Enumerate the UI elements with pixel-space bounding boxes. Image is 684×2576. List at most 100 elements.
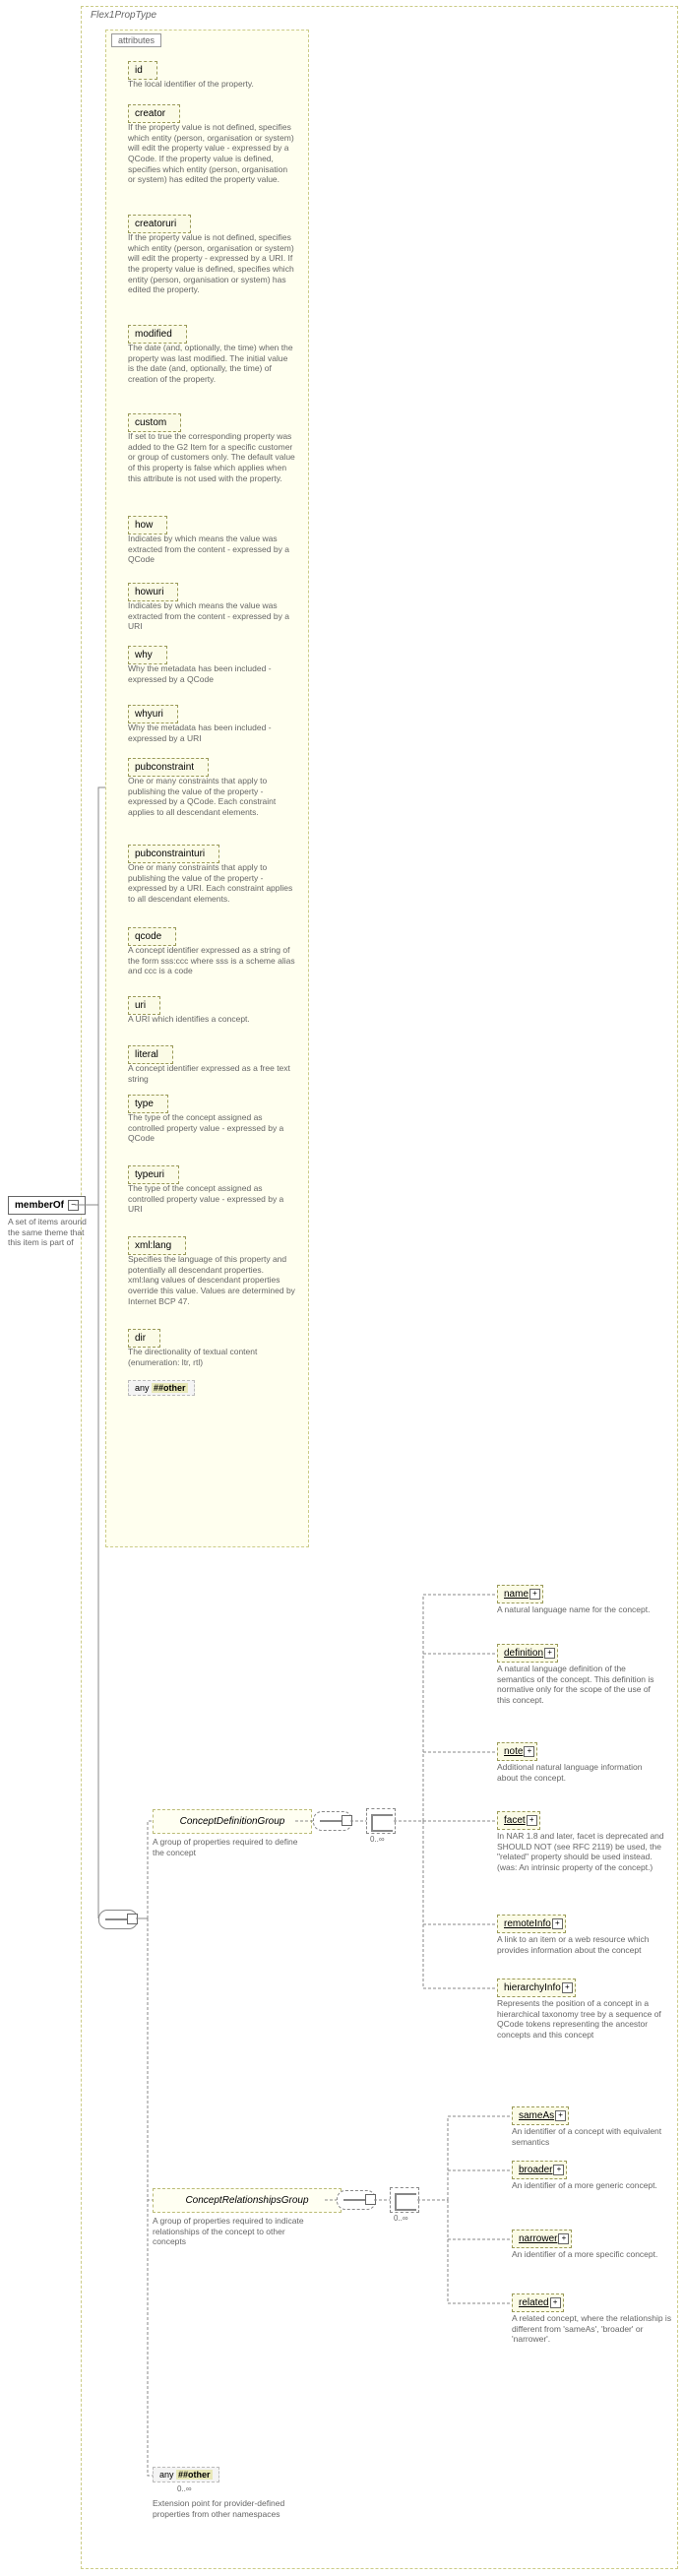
- attr-pubconstrainturi[interactable]: pubconstrainturi: [128, 845, 219, 863]
- attr-custom-doc: If set to true the corresponding propert…: [128, 431, 295, 483]
- expand-icon[interactable]: +: [529, 1589, 540, 1600]
- el-related-doc: A related concept, where the relationshi…: [512, 2313, 679, 2345]
- expand-icon[interactable]: +: [552, 1918, 563, 1929]
- attr-dir[interactable]: dir: [128, 1329, 160, 1348]
- el-name[interactable]: name+: [497, 1585, 543, 1603]
- expand-icon[interactable]: +: [553, 2165, 564, 2175]
- attr-creator-doc: If the property value is not defined, sp…: [128, 122, 295, 185]
- choice-connector-def: [366, 1808, 396, 1834]
- attr-modified[interactable]: modified: [128, 325, 187, 344]
- attr-creatoruri[interactable]: creatoruri: [128, 215, 191, 233]
- attr-literal-doc: A concept identifier expressed as a free…: [128, 1063, 295, 1084]
- attr-typeuri[interactable]: typeuri: [128, 1165, 179, 1184]
- attr-literal[interactable]: literal: [128, 1045, 173, 1064]
- el-name-doc: A natural language name for the concept.: [497, 1604, 664, 1615]
- attr-custom[interactable]: custom: [128, 413, 181, 432]
- el-note-doc: Additional natural language information …: [497, 1762, 664, 1783]
- el-facet[interactable]: facet+: [497, 1811, 540, 1830]
- type-title: Flex1PropType: [91, 10, 156, 21]
- el-related[interactable]: related+: [512, 2293, 564, 2312]
- attr-xmllang-doc: Specifies the language of this property …: [128, 1254, 295, 1306]
- sequence-connector-def: [313, 1811, 352, 1831]
- attr-any-other[interactable]: any ##other: [128, 1380, 195, 1396]
- attr-label: dir: [135, 1333, 146, 1344]
- element-memberOf[interactable]: memberOf−: [8, 1196, 86, 1215]
- attr-whyuri[interactable]: whyuri: [128, 705, 178, 723]
- attr-qcode-doc: A concept identifier expressed as a stri…: [128, 945, 295, 976]
- el-label: sameAs: [519, 2110, 554, 2121]
- attr-id[interactable]: id: [128, 61, 157, 80]
- expand-icon[interactable]: +: [527, 1815, 537, 1826]
- el-broader-doc: An identifier of a more generic concept.: [512, 2180, 679, 2191]
- el-sameAs-doc: An identifier of a concept with equivale…: [512, 2126, 679, 2147]
- attr-uri-doc: A URI which identifies a concept.: [128, 1014, 295, 1025]
- attr-id-doc: The local identifier of the property.: [128, 79, 295, 90]
- attr-typeuri-doc: The type of the concept assigned as cont…: [128, 1183, 295, 1215]
- occurrence-any: 0..∞: [177, 2484, 192, 2493]
- el-narrower-doc: An identifier of a more specific concept…: [512, 2249, 679, 2260]
- attr-type-doc: The type of the concept assigned as cont…: [128, 1112, 295, 1144]
- el-narrower[interactable]: narrower+: [512, 2230, 572, 2248]
- expand-icon[interactable]: −: [68, 1200, 79, 1211]
- attributes-header: attributes: [111, 33, 161, 47]
- attr-label: xml:lang: [135, 1240, 171, 1251]
- attr-label: howuri: [135, 587, 163, 597]
- el-label: related: [519, 2297, 549, 2308]
- attr-why[interactable]: why: [128, 646, 167, 664]
- el-remoteInfo[interactable]: remoteInfo+: [497, 1915, 566, 1933]
- group-label: ConceptDefinitionGroup: [180, 1816, 285, 1827]
- el-sameAs[interactable]: sameAs+: [512, 2106, 569, 2125]
- attr-label: modified: [135, 329, 172, 340]
- el-broader[interactable]: broader+: [512, 2161, 567, 2179]
- attr-whyuri-doc: Why the metadata has been included - exp…: [128, 723, 295, 743]
- attr-howuri-doc: Indicates by which means the value was e…: [128, 600, 295, 632]
- attr-pubconstraint[interactable]: pubconstraint: [128, 758, 209, 777]
- attr-label: id: [135, 65, 143, 76]
- any-label: any: [159, 2470, 174, 2480]
- diagram-canvas: Flex1PropType attributes memberOf− A set…: [0, 0, 684, 2576]
- attr-how[interactable]: how: [128, 516, 167, 534]
- expand-icon[interactable]: +: [558, 2233, 569, 2244]
- el-hierarchyInfo[interactable]: hierarchyInfo+: [497, 1979, 576, 1997]
- group-ConceptRelationshipsGroup[interactable]: ConceptRelationshipsGroup: [153, 2188, 342, 2213]
- el-definition[interactable]: definition+: [497, 1644, 558, 1663]
- sequence-connector-main: [98, 1910, 138, 1929]
- el-note[interactable]: note+: [497, 1742, 537, 1761]
- attr-label: creatoruri: [135, 219, 176, 229]
- attr-qcode[interactable]: qcode: [128, 927, 176, 946]
- attr-label: type: [135, 1099, 154, 1109]
- sequence-connector-rel: [337, 2190, 376, 2210]
- attr-type[interactable]: type: [128, 1095, 168, 1113]
- attr-pubconstraint-doc: One or many constraints that apply to pu…: [128, 776, 295, 818]
- group-ConceptDefinitionGroup[interactable]: ConceptDefinitionGroup: [153, 1809, 312, 1834]
- attr-label: how: [135, 520, 153, 531]
- el-label: facet: [504, 1815, 526, 1826]
- attr-label: pubconstrainturi: [135, 848, 205, 859]
- any-doc: Extension point for provider-defined pro…: [153, 2498, 300, 2519]
- attr-xmllang[interactable]: xml:lang: [128, 1236, 186, 1255]
- attr-creator[interactable]: creator: [128, 104, 180, 123]
- attr-label: uri: [135, 1000, 146, 1011]
- any-ns: ##other: [176, 2470, 213, 2480]
- expand-icon[interactable]: +: [550, 2297, 561, 2308]
- attr-pubconstrainturi-doc: One or many constraints that apply to pu…: [128, 862, 295, 905]
- choice-connector-rel: [390, 2187, 419, 2213]
- any-label: any: [135, 1383, 150, 1393]
- attr-uri[interactable]: uri: [128, 996, 160, 1015]
- expand-icon[interactable]: +: [562, 1982, 573, 1993]
- expand-icon[interactable]: +: [544, 1648, 555, 1659]
- group-rel-doc: A group of properties required to indica…: [153, 2216, 320, 2247]
- el-hierarchyInfo-doc: Represents the position of a concept in …: [497, 1998, 664, 2041]
- doc-memberOf: A set of items around the same theme tha…: [8, 1217, 92, 1248]
- occurrence-rel: 0..∞: [394, 2214, 408, 2223]
- element-label: memberOf: [15, 1200, 64, 1211]
- attr-label: literal: [135, 1049, 158, 1060]
- attr-label: creator: [135, 108, 165, 119]
- attr-label: qcode: [135, 931, 161, 942]
- expand-icon[interactable]: +: [555, 2110, 566, 2121]
- attr-howuri[interactable]: howuri: [128, 583, 178, 601]
- attr-how-doc: Indicates by which means the value was e…: [128, 534, 295, 565]
- el-label: definition: [504, 1648, 543, 1659]
- expand-icon[interactable]: +: [524, 1746, 534, 1757]
- content-any-other[interactable]: any ##other: [153, 2467, 219, 2482]
